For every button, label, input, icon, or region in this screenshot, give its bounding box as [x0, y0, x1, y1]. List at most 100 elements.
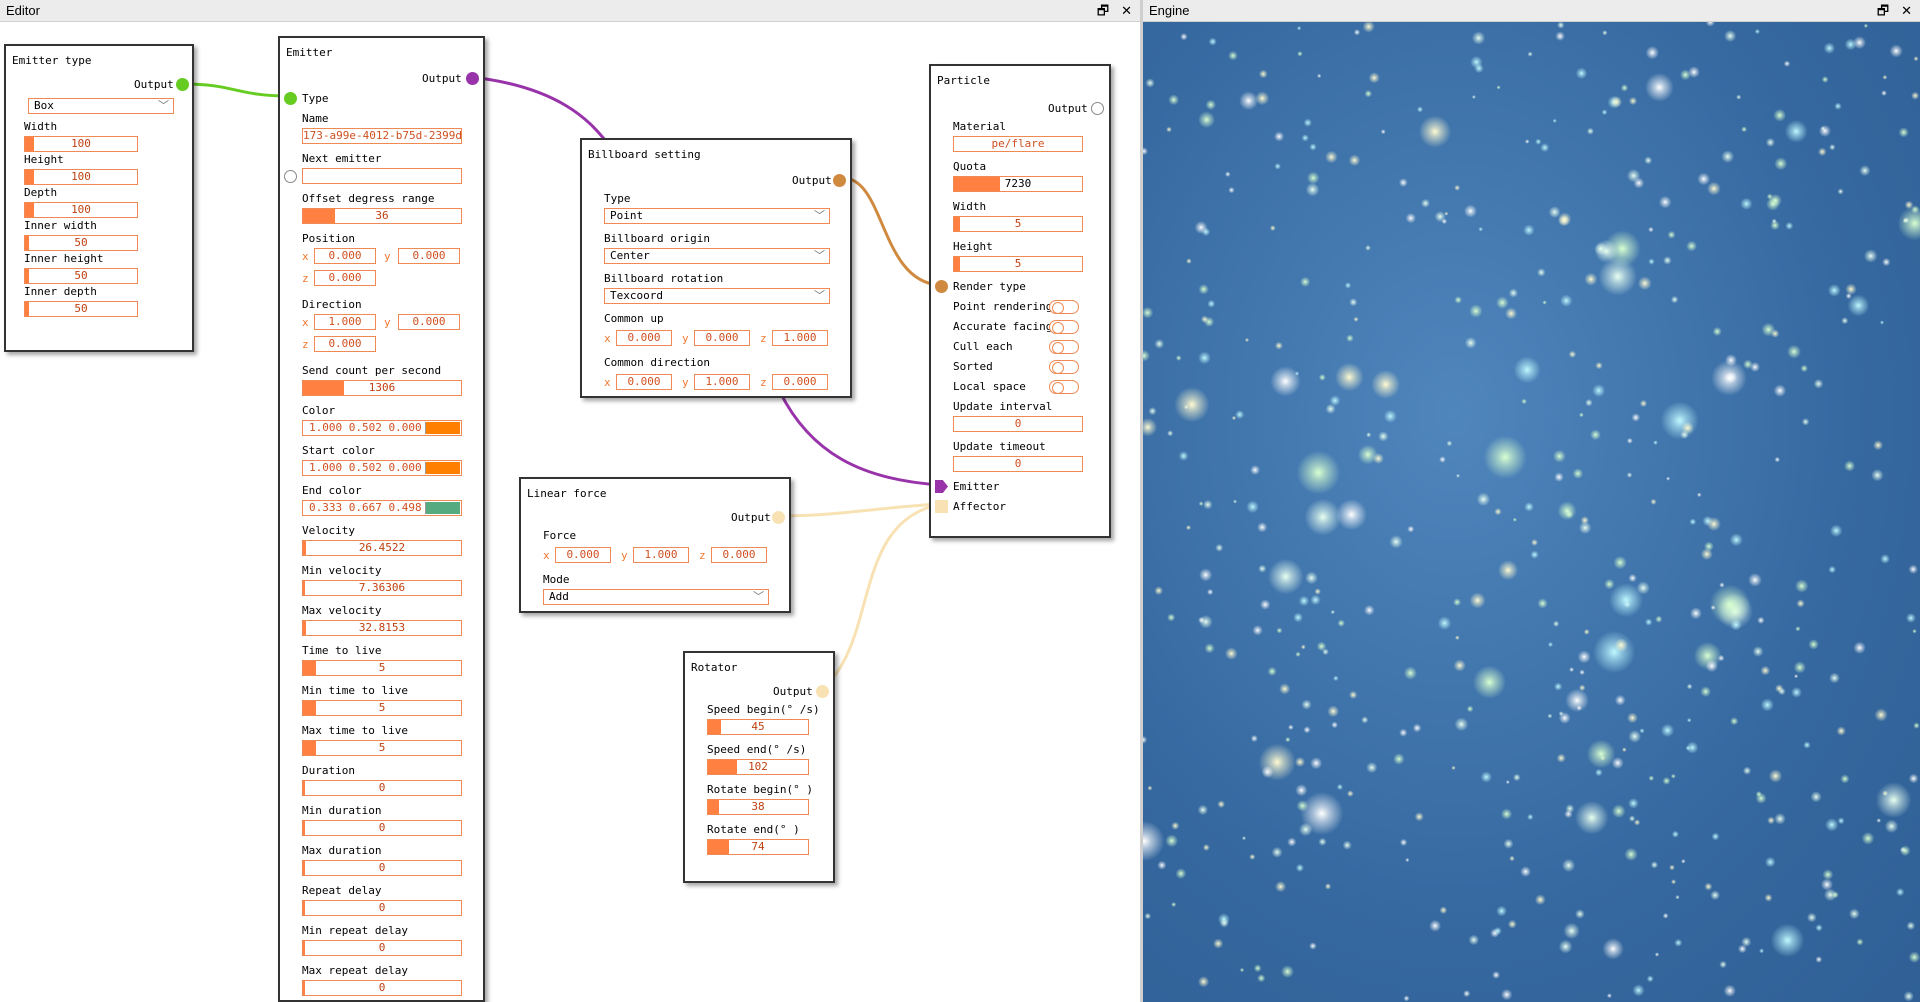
- output-port[interactable]: [176, 78, 189, 91]
- range-slider[interactable]: 5: [302, 700, 462, 716]
- billboard-rotation-select[interactable]: Texcoord ﹀: [604, 288, 830, 304]
- position-z-field[interactable]: 0.000: [314, 270, 376, 286]
- engine-close-icon[interactable]: ✕: [1901, 0, 1912, 22]
- quota-slider[interactable]: 7230: [953, 176, 1083, 192]
- node-billboard-setting[interactable]: Billboard setting Output Type Point ﹀ Bil…: [580, 138, 852, 398]
- send-count-slider[interactable]: 1306: [302, 380, 462, 396]
- material-label: Material: [953, 120, 1006, 133]
- sparkle: [1269, 225, 1276, 232]
- field-slider[interactable]: 50: [24, 301, 138, 317]
- rotator-slider[interactable]: 102: [707, 759, 809, 775]
- sparkle: [1822, 869, 1834, 880]
- force-x-field[interactable]: 0.000: [555, 547, 611, 563]
- mode-select[interactable]: Add ﹀: [543, 589, 769, 605]
- range-slider[interactable]: 0: [302, 780, 462, 796]
- start-color-field[interactable]: 1.000 0.502 0.000: [302, 460, 462, 476]
- type-input-port[interactable]: [284, 92, 297, 105]
- sparkle: [1453, 659, 1466, 672]
- direction-z-field[interactable]: 0.000: [314, 336, 376, 352]
- sparkle: [1863, 249, 1878, 263]
- billboard-type-select[interactable]: Point ﹀: [604, 208, 830, 224]
- range-slider[interactable]: 0: [302, 940, 462, 956]
- field-slider[interactable]: 50: [24, 268, 138, 284]
- field-slider[interactable]: 50: [24, 235, 138, 251]
- sparkle: [1590, 429, 1601, 441]
- common-up-x-field[interactable]: 0.000: [616, 330, 672, 346]
- toggle-switch[interactable]: [1049, 300, 1079, 314]
- output-port[interactable]: [1091, 102, 1104, 115]
- emitter-type-select[interactable]: Box ﹀: [28, 98, 174, 114]
- toggle-switch[interactable]: [1049, 360, 1079, 374]
- position-y-field[interactable]: 0.000: [398, 248, 460, 264]
- range-slider[interactable]: 26.4522: [302, 540, 462, 556]
- position-x-field[interactable]: 0.000: [314, 248, 376, 264]
- field-slider[interactable]: 100: [24, 169, 138, 185]
- material-field[interactable]: pe/flare: [953, 136, 1083, 152]
- name-field[interactable]: 173-a99e-4012-b75d-2399d8b: [302, 128, 462, 144]
- offset-slider[interactable]: 36: [302, 208, 462, 224]
- node-linear-force[interactable]: Linear force Output Force x 0.000 y 1.00…: [519, 477, 791, 613]
- range-label: Time to live: [302, 644, 382, 657]
- force-z-field[interactable]: 0.000: [711, 547, 767, 563]
- range-slider[interactable]: 5: [302, 740, 462, 756]
- engine-viewport[interactable]: [1143, 22, 1920, 1002]
- sparkle: [1564, 809, 1573, 819]
- sparkle: [1393, 753, 1405, 765]
- range-slider[interactable]: 0: [302, 860, 462, 876]
- end-color-field[interactable]: 0.333 0.667 0.498: [302, 500, 462, 516]
- rotator-slider[interactable]: 45: [707, 719, 809, 735]
- field-slider[interactable]: 100: [24, 136, 138, 152]
- direction-x-field[interactable]: 1.000: [314, 314, 376, 330]
- next-emitter-port[interactable]: [284, 170, 297, 183]
- render-type-port[interactable]: [935, 280, 948, 293]
- node-emitter-type[interactable]: Emitter type Output Box ﹀ Width 100 Height…: [4, 44, 194, 352]
- direction-y-field[interactable]: 0.000: [398, 314, 460, 330]
- engine-restore-icon[interactable]: 🗗: [1877, 0, 1889, 22]
- color-swatch[interactable]: [425, 422, 460, 434]
- common-direction-x-field[interactable]: 0.000: [616, 374, 672, 390]
- output-port[interactable]: [772, 511, 785, 524]
- start-color-swatch[interactable]: [425, 462, 460, 474]
- range-slider[interactable]: 0: [302, 900, 462, 916]
- affector-input-port[interactable]: [935, 500, 948, 513]
- range-label: Velocity: [302, 524, 355, 537]
- common-direction-z-field[interactable]: 0.000: [772, 374, 828, 390]
- range-slider[interactable]: 32.8153: [302, 620, 462, 636]
- toggle-switch[interactable]: [1049, 340, 1079, 354]
- end-color-swatch[interactable]: [425, 502, 460, 514]
- update-interval-field[interactable]: 0: [953, 416, 1083, 432]
- rotator-slider[interactable]: 74: [707, 839, 809, 855]
- force-y-field[interactable]: 1.000: [633, 547, 689, 563]
- update-timeout-field[interactable]: 0: [953, 456, 1083, 472]
- next-emitter-field[interactable]: [302, 168, 462, 184]
- node-particle[interactable]: Particle Output Material pe/flare Quota …: [929, 64, 1111, 538]
- sparkle: [1403, 995, 1410, 1002]
- range-slider[interactable]: 0: [302, 820, 462, 836]
- common-up-y-field[interactable]: 0.000: [694, 330, 750, 346]
- output-port[interactable]: [816, 685, 829, 698]
- toggle-switch[interactable]: [1049, 320, 1079, 334]
- node-emitter[interactable]: Emitter Output Type Name 173-a99e-4012-b…: [278, 36, 485, 1002]
- sparkle: [1535, 138, 1542, 145]
- range-slider[interactable]: 5: [302, 660, 462, 676]
- toggle-switch[interactable]: [1049, 380, 1079, 394]
- range-slider[interactable]: 0: [302, 980, 462, 996]
- sparkle: [1604, 578, 1615, 590]
- editor-restore-icon[interactable]: 🗗: [1097, 0, 1109, 22]
- color-field[interactable]: 1.000 0.502 0.000: [302, 420, 462, 436]
- billboard-origin-select[interactable]: Center ﹀: [604, 248, 830, 264]
- output-port[interactable]: [833, 174, 846, 187]
- range-slider[interactable]: 7.36306: [302, 580, 462, 596]
- node-rotator[interactable]: Rotator Output Speed begin(° /s) 45 Speed …: [683, 651, 835, 883]
- common-direction-y-field[interactable]: 1.000: [694, 374, 750, 390]
- editor-close-icon[interactable]: ✕: [1121, 0, 1132, 22]
- emitter-input-port[interactable]: [935, 480, 948, 493]
- field-slider[interactable]: 100: [24, 202, 138, 218]
- output-port[interactable]: [466, 72, 479, 85]
- common-up-z-field[interactable]: 1.000: [772, 330, 828, 346]
- rotator-slider[interactable]: 38: [707, 799, 809, 815]
- height-slider[interactable]: 5: [953, 256, 1083, 272]
- width-slider[interactable]: 5: [953, 216, 1083, 232]
- sparkle: [1513, 773, 1521, 782]
- node-graph-canvas[interactable]: Emitter type Output Box ﹀ Width 100 Height…: [0, 22, 1140, 1002]
